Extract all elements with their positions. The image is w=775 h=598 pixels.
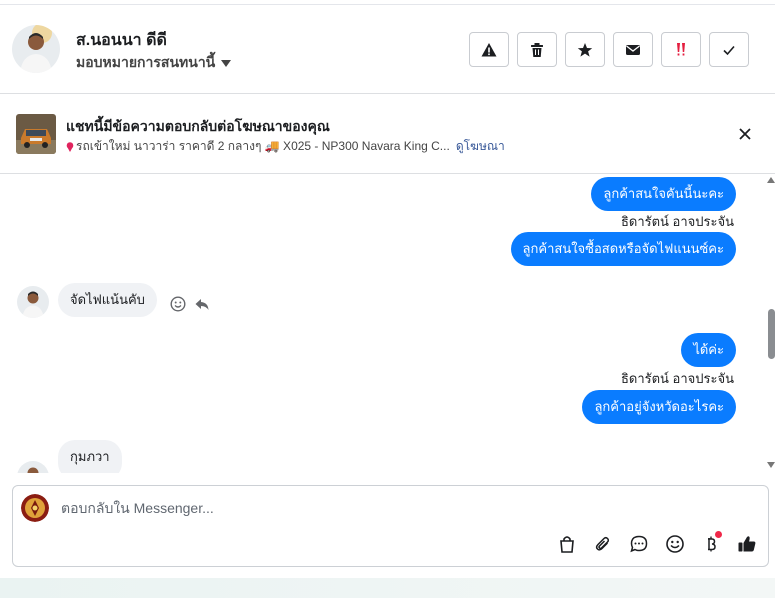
reply-input[interactable] bbox=[61, 500, 621, 516]
envelope-icon bbox=[626, 44, 640, 55]
scroll-down-arrow[interactable] bbox=[767, 462, 775, 468]
assign-conversation-dropdown[interactable]: มอบหมายการสนทนานี้ bbox=[76, 52, 232, 74]
ad-description: รถเข้าใหม่ นาวาร่า ราคาดี 2 กลางๆ 🚚 X025… bbox=[76, 139, 450, 153]
trash-icon bbox=[531, 42, 543, 57]
contact-avatar[interactable] bbox=[12, 25, 60, 73]
ad-reply-banner: แชทนี้มีข้อความตอบกลับต่อโฆษณาของคุณ รถเ… bbox=[0, 95, 775, 174]
shop-button[interactable] bbox=[556, 533, 578, 555]
star-button[interactable] bbox=[565, 32, 605, 67]
saved-replies-button[interactable] bbox=[628, 533, 650, 555]
message-thread[interactable]: ลูกค้าสนใจคันนี้นะคะ ธิดารัตน์ อาจประจัน… bbox=[0, 175, 775, 473]
top-divider bbox=[0, 0, 775, 5]
message-bubble-incoming[interactable]: กุมภวา bbox=[58, 440, 122, 473]
star-icon bbox=[577, 42, 593, 57]
reply-icon[interactable] bbox=[194, 296, 210, 312]
emoji-react-icon[interactable] bbox=[170, 296, 186, 312]
view-ad-link[interactable]: ดูโฆษณา bbox=[456, 137, 505, 156]
contact-avatar-small bbox=[17, 461, 49, 473]
scrollbar-thumb[interactable] bbox=[768, 309, 775, 359]
follow-up-button[interactable] bbox=[661, 32, 701, 67]
report-spam-button[interactable] bbox=[469, 32, 509, 67]
message-bubble-outgoing[interactable]: ได้ค่ะ bbox=[681, 333, 736, 367]
conversation-actions bbox=[469, 32, 749, 67]
ad-thumbnail[interactable] bbox=[16, 114, 56, 154]
sender-name: ธิดารัตน์ อาจประจัน bbox=[620, 371, 734, 386]
payment-button[interactable] bbox=[700, 531, 722, 555]
composer-toolbar bbox=[556, 531, 758, 555]
conversation-header: ส.นอนนา ดีดี มอบหมายการสนทนานี้ bbox=[0, 6, 775, 94]
message-bubble-incoming[interactable]: จัดไฟแน้นคับ bbox=[58, 283, 157, 317]
page-avatar bbox=[21, 494, 49, 522]
footer-strip bbox=[0, 578, 775, 598]
close-icon[interactable] bbox=[736, 125, 754, 143]
like-button[interactable] bbox=[736, 533, 758, 555]
notification-dot bbox=[715, 531, 722, 538]
message-bubble-outgoing[interactable]: ลูกค้าอยู่จังหวัดอะไรคะ bbox=[582, 390, 736, 424]
checkmark-icon bbox=[723, 45, 735, 55]
shopping-bag-icon bbox=[560, 536, 574, 553]
double-exclamation-icon bbox=[677, 42, 685, 55]
sender-name: ธิดารัตน์ อาจประจัน bbox=[620, 214, 734, 229]
attach-button[interactable] bbox=[592, 533, 614, 555]
contact-name: ส.นอนนา ดีดี bbox=[76, 32, 167, 49]
delete-button[interactable] bbox=[517, 32, 557, 67]
contact-avatar-small bbox=[17, 286, 49, 318]
caret-down-icon bbox=[221, 59, 232, 67]
smiley-icon bbox=[666, 535, 684, 553]
mark-done-button[interactable] bbox=[709, 32, 749, 67]
message-bubble-outgoing[interactable]: ลูกค้าสนใจคันนี้นะคะ bbox=[591, 177, 736, 211]
ad-description-line: รถเข้าใหม่ นาวาร่า ราคาดี 2 กลางๆ 🚚 X025… bbox=[66, 137, 505, 156]
warning-icon bbox=[481, 42, 497, 56]
chat-bubble-icon bbox=[630, 535, 648, 553]
message-composer bbox=[12, 485, 769, 567]
emoji-button[interactable] bbox=[664, 533, 686, 555]
scroll-up-arrow[interactable] bbox=[767, 177, 775, 183]
message-bubble-outgoing[interactable]: ลูกค้าสนใจซื้อสดหรือจัดไฟแนนซ์คะ bbox=[510, 232, 736, 266]
assign-label: มอบหมายการสนทนานี้ bbox=[76, 54, 216, 70]
ad-banner-title: แชทนี้มีข้อความตอบกลับต่อโฆษณาของคุณ bbox=[66, 118, 330, 134]
mark-unread-button[interactable] bbox=[613, 32, 653, 67]
thumbs-up-icon bbox=[738, 536, 756, 552]
pin-icon bbox=[66, 141, 74, 152]
paperclip-icon bbox=[595, 536, 610, 551]
